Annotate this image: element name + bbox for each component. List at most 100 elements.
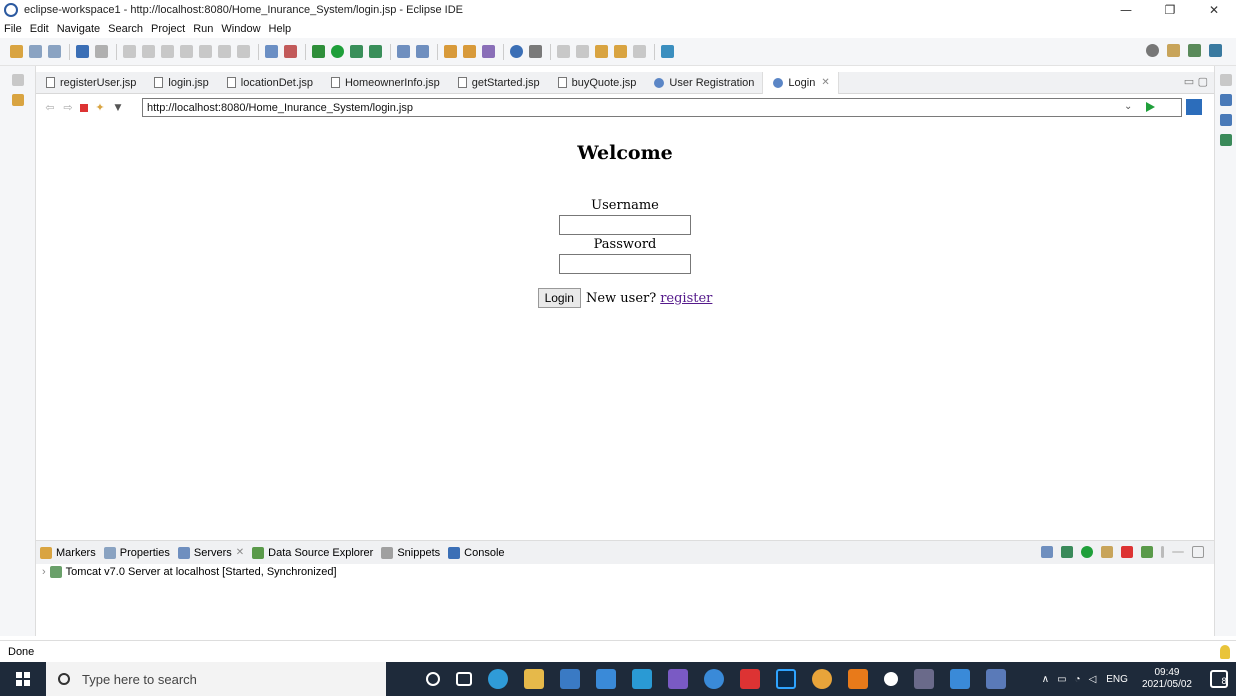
search-icon[interactable] <box>529 45 542 58</box>
new-icon[interactable] <box>10 45 23 58</box>
app-icon[interactable] <box>668 669 688 689</box>
external-tools-icon[interactable] <box>369 45 382 58</box>
file-explorer-icon[interactable] <box>524 669 544 689</box>
view-menu-icon[interactable] <box>1161 546 1164 558</box>
battery-icon[interactable]: ▭ <box>1057 674 1066 685</box>
menu-window[interactable]: Window <box>221 23 260 35</box>
save-all-icon[interactable] <box>48 45 61 58</box>
menu-file[interactable]: File <box>4 23 22 35</box>
tip-bulb-icon[interactable] <box>1220 645 1230 659</box>
acrobat-icon[interactable] <box>740 669 760 689</box>
eclipse-taskbar-icon[interactable] <box>914 669 934 689</box>
go-icon[interactable] <box>1146 102 1155 112</box>
step-into-icon[interactable] <box>199 45 212 58</box>
forward-icon[interactable] <box>633 45 646 58</box>
pencil-icon[interactable] <box>482 45 495 58</box>
windows-start-icon[interactable] <box>0 662 46 696</box>
login-button[interactable]: Login <box>537 288 581 308</box>
app-icon[interactable] <box>950 669 970 689</box>
resume-icon[interactable] <box>123 45 136 58</box>
task-list-icon[interactable] <box>1219 114 1232 126</box>
open-external-browser-icon[interactable] <box>1186 99 1202 115</box>
menu-project[interactable]: Project <box>151 23 185 35</box>
new-package-icon[interactable] <box>416 45 429 58</box>
open-task-icon[interactable] <box>284 45 297 58</box>
collapse-icon[interactable] <box>1041 546 1053 558</box>
menu-navigate[interactable]: Navigate <box>57 23 100 35</box>
menu-edit[interactable]: Edit <box>30 23 49 35</box>
step-over-icon[interactable] <box>218 45 231 58</box>
mail-icon[interactable] <box>596 669 616 689</box>
debug-perspective-icon[interactable] <box>1209 44 1222 57</box>
tab-markers[interactable]: Markers <box>40 546 96 559</box>
new-java-project-icon[interactable] <box>397 45 410 58</box>
edge-icon[interactable] <box>488 669 508 689</box>
editor-minmax-icon[interactable]: ▭ ▢ <box>1184 75 1208 88</box>
annotation-next-icon[interactable] <box>557 45 570 58</box>
outline-icon[interactable] <box>1219 94 1232 106</box>
close-tab-icon[interactable]: ✕ <box>821 77 829 88</box>
stop-icon[interactable] <box>80 104 88 112</box>
task-view-icon[interactable] <box>456 672 472 686</box>
vlc-icon[interactable] <box>848 669 868 689</box>
debug-icon[interactable] <box>312 45 325 58</box>
menu-run[interactable]: Run <box>193 23 213 35</box>
taskbar-clock[interactable]: 09:49 2021/05/02 <box>1142 667 1192 691</box>
azure-data-studio-icon[interactable] <box>632 669 652 689</box>
taskbar-search[interactable]: Type here to search <box>46 662 386 696</box>
notification-icon[interactable]: 8 <box>1210 670 1228 688</box>
tab-homeownerinfo-jsp[interactable]: HomeownerInfo.jsp <box>321 72 448 94</box>
stop-server-icon[interactable] <box>1121 546 1133 558</box>
url-input[interactable] <box>142 98 1182 117</box>
tab-properties[interactable]: Properties <box>103 546 170 559</box>
maximize-view-icon[interactable] <box>1192 546 1204 558</box>
pin-editor-icon[interactable] <box>661 45 674 58</box>
app-icon[interactable] <box>704 669 724 689</box>
back-icon[interactable] <box>614 45 627 58</box>
minimize-button[interactable]: — <box>1104 0 1148 20</box>
tab-console[interactable]: Console <box>448 546 505 559</box>
language-indicator[interactable]: ENG <box>1106 674 1128 685</box>
last-edit-icon[interactable] <box>595 45 608 58</box>
minimize-view-icon[interactable] <box>1172 551 1184 553</box>
restore-icon[interactable] <box>11 74 24 86</box>
debug-server-icon[interactable] <box>1061 546 1073 558</box>
disconnect-icon[interactable] <box>180 45 193 58</box>
server-entry[interactable]: › Tomcat v7.0 Server at localhost [Start… <box>42 566 337 578</box>
back-arrow-icon[interactable]: ⇦ <box>44 102 56 114</box>
photoshop-icon[interactable] <box>776 669 796 689</box>
step-return-icon[interactable] <box>237 45 250 58</box>
settings-icon[interactable] <box>884 672 898 686</box>
tab-servers[interactable]: Servers ✕ <box>177 546 244 559</box>
chevron-up-icon[interactable]: ∧ <box>1042 674 1049 685</box>
terminate-icon[interactable] <box>161 45 174 58</box>
tab-login[interactable]: Login ✕ <box>762 71 839 94</box>
globe-icon[interactable] <box>510 45 523 58</box>
tab-getstarted-jsp[interactable]: getStarted.jsp <box>448 72 548 94</box>
tab-buyquote-jsp[interactable]: buyQuote.jsp <box>548 72 645 94</box>
store-icon[interactable] <box>560 669 580 689</box>
chrome-icon[interactable] <box>812 669 832 689</box>
coverage-icon[interactable] <box>350 45 363 58</box>
maximize-button[interactable]: ❐ <box>1148 0 1192 20</box>
close-button[interactable]: ✕ <box>1192 0 1236 20</box>
publish-icon[interactable] <box>1141 546 1153 558</box>
username-input[interactable] <box>559 215 691 235</box>
restore-icon[interactable] <box>1219 74 1232 86</box>
open-file-icon[interactable] <box>463 45 476 58</box>
tab-user-registration[interactable]: User Registration <box>644 72 762 94</box>
tab-snippets[interactable]: Snippets <box>381 546 440 559</box>
open-folder-icon[interactable] <box>444 45 457 58</box>
password-input[interactable] <box>559 254 691 274</box>
cortana-icon[interactable] <box>426 672 440 686</box>
project-explorer-icon[interactable] <box>11 94 24 106</box>
tab-data-source-explorer[interactable]: Data Source Explorer <box>252 546 373 559</box>
forward-arrow-icon[interactable]: ⇨ <box>62 102 74 114</box>
suspend-icon[interactable] <box>142 45 155 58</box>
register-link[interactable]: register <box>660 291 712 306</box>
refresh-icon[interactable]: ✦ <box>94 102 106 114</box>
volume-icon[interactable]: ◁ <box>1089 674 1097 685</box>
open-perspective-icon[interactable] <box>1167 44 1180 57</box>
save-icon[interactable] <box>29 45 42 58</box>
open-type-icon[interactable] <box>265 45 278 58</box>
